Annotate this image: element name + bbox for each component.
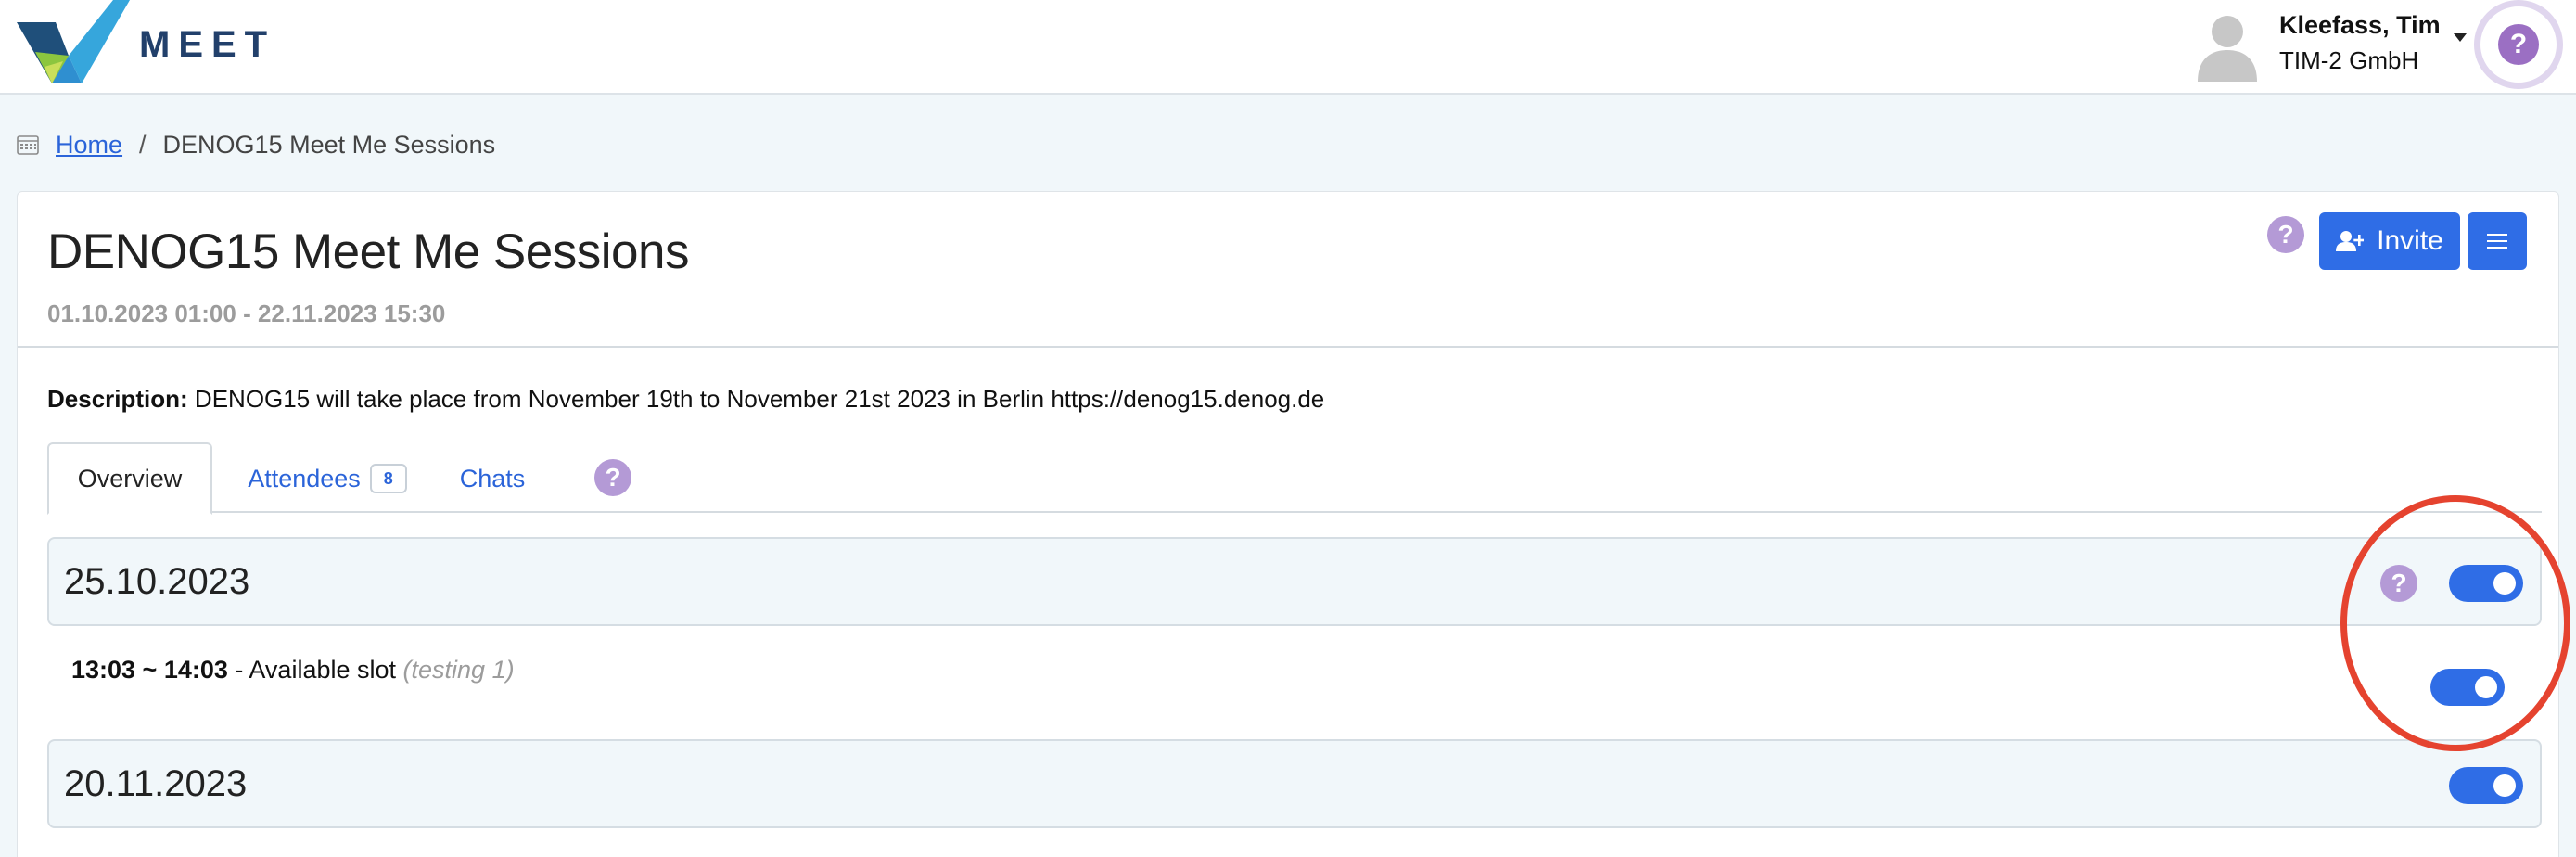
- invite-button-label: Invite: [2377, 225, 2443, 256]
- date-group: 25.10.2023 ?: [47, 537, 2542, 626]
- date-heading: 25.10.2023: [64, 561, 250, 602]
- slot-time: 13:03 ~ 14:03: [71, 656, 228, 684]
- top-navbar: MEET Kleefass, Tim TIM-2 GmbH ?: [0, 0, 2576, 95]
- tab-chats[interactable]: Chats: [453, 442, 531, 515]
- event-date-range: 01.10.2023 01:00 - 22.11.2023 15:30: [47, 300, 446, 327]
- slot-row: 13:03 ~ 14:03 - Available slot (testing …: [71, 656, 515, 684]
- tabs-help-icon[interactable]: ?: [594, 459, 631, 496]
- hamburger-menu-icon: [2487, 234, 2507, 249]
- event-card-header: DENOG15 Meet Me Sessions 01.10.2023 01:0…: [18, 192, 2558, 348]
- user-name[interactable]: Kleefass, Tim: [2279, 11, 2441, 40]
- meet-logo-icon[interactable]: [17, 0, 130, 85]
- tab-attendees-label: Attendees: [248, 464, 361, 492]
- user-org[interactable]: TIM-2 GmbH: [2279, 46, 2418, 75]
- attendees-count-badge: 8: [369, 464, 407, 493]
- menu-button[interactable]: [2468, 212, 2527, 270]
- user-avatar-icon[interactable]: [2190, 7, 2264, 82]
- tab-attendees[interactable]: Attendees 8: [246, 442, 409, 515]
- description-label: Description:: [47, 385, 188, 413]
- page-title: DENOG15 Meet Me Sessions: [47, 224, 689, 279]
- event-description: Description: DENOG15 will take place fro…: [47, 385, 1324, 414]
- date-enabled-toggle[interactable]: [2449, 767, 2523, 804]
- tab-chats-label: Chats: [459, 464, 526, 492]
- date-heading: 20.11.2023: [64, 763, 248, 804]
- user-menu-caret-icon[interactable]: [2454, 33, 2467, 42]
- help-icon[interactable]: ?: [2498, 24, 2539, 65]
- brand-name[interactable]: MEET: [139, 24, 275, 66]
- add-user-icon: [2336, 231, 2365, 251]
- event-card: DENOG15 Meet Me Sessions 01.10.2023 01:0…: [17, 191, 2559, 857]
- header-help-icon[interactable]: ?: [2267, 216, 2304, 253]
- calendar-icon: [17, 135, 39, 155]
- slot-label: Available slot: [249, 656, 397, 684]
- breadcrumb-separator: /: [139, 130, 147, 159]
- date-group: 20.11.2023: [47, 739, 2542, 828]
- invite-button[interactable]: Invite: [2319, 212, 2460, 270]
- slot-separator: -: [227, 656, 249, 684]
- annotation-circle: [2340, 495, 2570, 751]
- breadcrumb-home-link[interactable]: Home: [56, 131, 122, 160]
- description-text: DENOG15 will take place from November 19…: [194, 385, 1325, 413]
- breadcrumb: Home / DENOG15 Meet Me Sessions: [17, 128, 495, 161]
- breadcrumb-current: DENOG15 Meet Me Sessions: [162, 130, 496, 159]
- slot-note: (testing 1): [402, 656, 515, 684]
- event-tabs: Overview Attendees 8 Chats ?: [47, 442, 2542, 515]
- tab-overview-label: Overview: [77, 464, 183, 492]
- tab-overview[interactable]: Overview: [47, 442, 212, 515]
